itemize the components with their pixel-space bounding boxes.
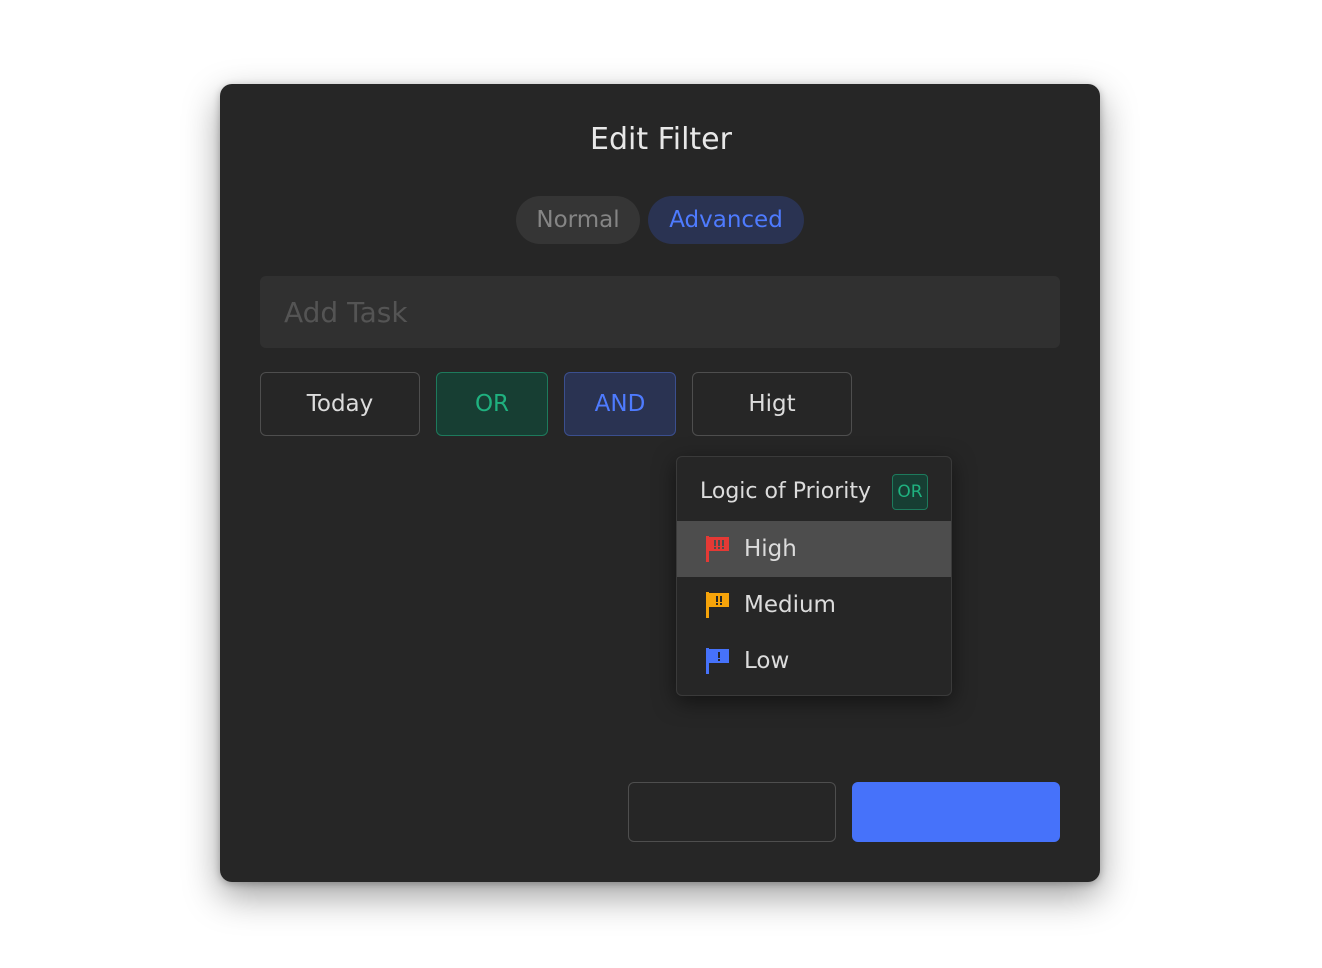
priority-option-high[interactable]: High bbox=[677, 521, 951, 577]
priority-dropdown-header: Logic of Priority OR bbox=[677, 457, 951, 521]
filter-chip-priority[interactable]: Higt bbox=[692, 372, 852, 436]
priority-dropdown: Logic of Priority OR High Medium Low bbox=[676, 456, 952, 696]
flag-icon bbox=[706, 592, 729, 618]
filter-chip-and[interactable]: AND bbox=[564, 372, 676, 436]
dialog-title: Edit Filter bbox=[590, 122, 732, 157]
tab-advanced[interactable]: Advanced bbox=[648, 196, 804, 244]
add-task-input[interactable] bbox=[260, 276, 1060, 348]
priority-option-label: Low bbox=[744, 648, 790, 674]
filter-chip-or[interactable]: OR bbox=[436, 372, 548, 436]
logic-of-priority-label: Logic of Priority bbox=[700, 479, 871, 504]
confirm-button[interactable] bbox=[852, 782, 1060, 842]
priority-option-label: High bbox=[744, 536, 797, 562]
tab-normal[interactable]: Normal bbox=[516, 196, 640, 244]
priority-logic-toggle[interactable]: OR bbox=[892, 474, 928, 510]
flag-icon bbox=[706, 648, 729, 674]
filter-chip-today[interactable]: Today bbox=[260, 372, 420, 436]
priority-option-label: Medium bbox=[744, 592, 836, 618]
priority-option-medium[interactable]: Medium bbox=[677, 577, 951, 633]
priority-option-low[interactable]: Low bbox=[677, 633, 951, 689]
cancel-button[interactable] bbox=[628, 782, 836, 842]
flag-icon bbox=[706, 536, 729, 562]
